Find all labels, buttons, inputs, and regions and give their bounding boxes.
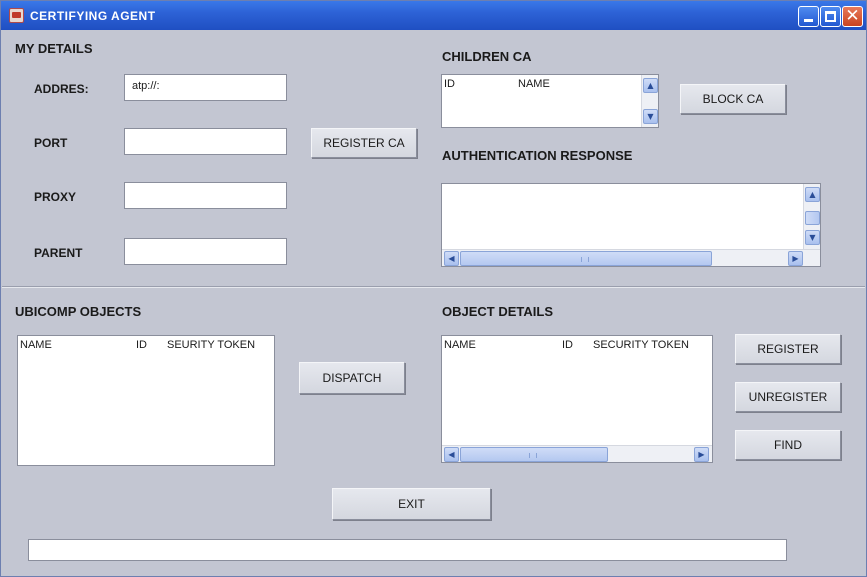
address-field[interactable]: atp://: bbox=[124, 74, 287, 101]
children-ca-list[interactable]: ID NAME ▲ ▼ bbox=[441, 74, 659, 128]
section-divider bbox=[2, 286, 865, 288]
children-ca-col-name: NAME bbox=[518, 78, 550, 90]
auth-response-vertical-scrollbar[interactable]: ▲ ▼ bbox=[803, 184, 820, 249]
unregister-button[interactable]: UNREGISTER bbox=[735, 382, 841, 412]
ubicomp-objects-list[interactable]: NAME ID SEURITY TOKEN bbox=[17, 335, 275, 466]
auth-response-horizontal-scrollbar[interactable]: ◀ ▶ bbox=[442, 249, 820, 266]
proxy-label: PROXY bbox=[34, 190, 77, 204]
parent-label: PARENT bbox=[34, 246, 83, 260]
block-ca-button[interactable]: BLOCK CA bbox=[680, 84, 786, 114]
scroll-down-icon[interactable]: ▼ bbox=[805, 230, 820, 245]
object-details-horizontal-scrollbar[interactable]: ◀ ▶ bbox=[442, 445, 712, 462]
children-ca-heading: CHILDREN CA bbox=[442, 49, 532, 64]
port-label: PORT bbox=[34, 136, 68, 150]
scroll-thumb[interactable] bbox=[460, 447, 608, 462]
object-details-list[interactable]: NAME ID SECURITY TOKEN ◀ ▶ bbox=[441, 335, 713, 463]
ubicomp-objects-heading: UBICOMP OBJECTS bbox=[15, 304, 142, 319]
ubicomp-col-security-token: SEURITY TOKEN bbox=[167, 339, 256, 351]
minimize-button[interactable] bbox=[798, 6, 819, 27]
scroll-down-icon[interactable]: ▼ bbox=[643, 109, 658, 124]
maximize-button[interactable] bbox=[820, 6, 841, 27]
children-ca-vertical-scrollbar[interactable]: ▲ ▼ bbox=[641, 75, 658, 127]
my-details-heading: MY DETAILS bbox=[15, 41, 93, 56]
find-button[interactable]: FIND bbox=[735, 430, 841, 460]
object-details-col-id: ID bbox=[562, 339, 573, 351]
app-icon bbox=[9, 8, 24, 23]
scroll-right-icon[interactable]: ▶ bbox=[788, 251, 803, 266]
object-details-col-security-token: SECURITY TOKEN bbox=[593, 339, 689, 351]
register-ca-button[interactable]: REGISTER CA bbox=[311, 128, 417, 158]
close-icon: ✕ bbox=[845, 6, 860, 26]
maximize-icon bbox=[825, 11, 836, 22]
scroll-thumb[interactable] bbox=[460, 251, 712, 266]
ubicomp-col-id: ID bbox=[136, 339, 147, 351]
proxy-field[interactable] bbox=[124, 182, 287, 209]
authentication-response-textarea[interactable]: ▲ ▼ ◀ ▶ bbox=[441, 183, 821, 267]
status-bar bbox=[28, 539, 787, 561]
scroll-left-icon[interactable]: ◀ bbox=[444, 251, 459, 266]
scroll-thumb[interactable] bbox=[805, 211, 820, 225]
parent-field[interactable] bbox=[124, 238, 287, 265]
register-button[interactable]: REGISTER bbox=[735, 334, 841, 364]
exit-button[interactable]: EXIT bbox=[332, 488, 491, 520]
address-label: ADDRES: bbox=[34, 82, 89, 96]
close-button[interactable]: ✕ bbox=[842, 6, 863, 27]
certifying-agent-window: CERTIFYING AGENT ✕ MY DETAILS ADDRES: at… bbox=[0, 0, 867, 577]
minimize-icon bbox=[804, 19, 813, 22]
scroll-grip-icon bbox=[581, 257, 589, 262]
scroll-left-icon[interactable]: ◀ bbox=[444, 447, 459, 462]
object-details-col-name: NAME bbox=[444, 339, 476, 351]
port-field[interactable] bbox=[124, 128, 287, 155]
scroll-right-icon[interactable]: ▶ bbox=[694, 447, 709, 462]
authentication-response-heading: AUTHENTICATION RESPONSE bbox=[442, 148, 633, 163]
dispatch-button[interactable]: DISPATCH bbox=[299, 362, 405, 394]
window-title: CERTIFYING AGENT bbox=[30, 9, 156, 23]
scroll-up-icon[interactable]: ▲ bbox=[643, 78, 658, 93]
scroll-grip-icon bbox=[529, 453, 537, 458]
ubicomp-col-name: NAME bbox=[20, 339, 52, 351]
object-details-heading: OBJECT DETAILS bbox=[442, 304, 553, 319]
children-ca-col-id: ID bbox=[444, 78, 455, 90]
title-bar[interactable]: CERTIFYING AGENT ✕ bbox=[1, 1, 866, 30]
scroll-up-icon[interactable]: ▲ bbox=[805, 187, 820, 202]
